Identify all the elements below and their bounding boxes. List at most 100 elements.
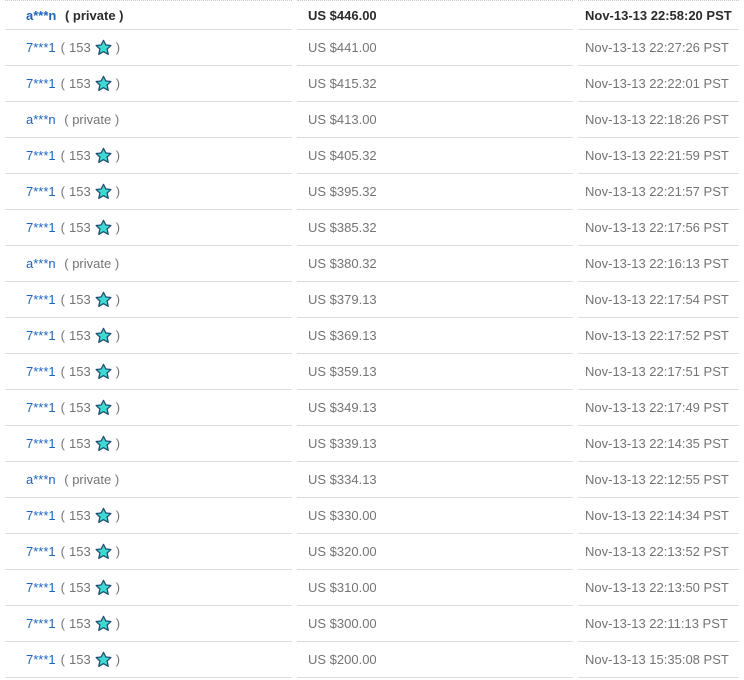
bidder-link[interactable]: 7***1	[26, 364, 56, 379]
bid-time-cell: Nov-13-13 22:16:13 PST	[578, 246, 739, 282]
feedback-paren-close: )	[115, 508, 121, 523]
bidder-link[interactable]: 7***1	[26, 184, 56, 199]
bid-row: 7***1 (153) US $339.13 Nov-13-13 22:14:35…	[5, 426, 739, 462]
feedback-paren-open: (	[60, 400, 65, 415]
feedback-star-icon	[95, 291, 112, 307]
bidder-cell: 7***1 (153)	[5, 606, 292, 642]
bidder-feedback: (153)	[61, 363, 120, 380]
bidder-link[interactable]: a***n	[26, 256, 56, 271]
bidder-feedback: (153)	[61, 399, 120, 416]
feedback-paren-close: )	[115, 580, 121, 595]
bidder-link[interactable]: 7***1	[26, 544, 56, 559]
feedback-count: 153	[68, 580, 91, 595]
bidder-link[interactable]: 7***1	[26, 220, 56, 235]
feedback-star-icon	[95, 39, 112, 55]
bidder-link[interactable]: 7***1	[26, 148, 56, 163]
bidder-link[interactable]: a***n	[26, 472, 56, 487]
feedback-paren-close: )	[115, 364, 121, 379]
bidder-cell: 7***1 (153)	[5, 318, 292, 354]
bid-row: 7***1 (153) US $395.32 Nov-13-13 22:21:57…	[5, 174, 739, 210]
bid-amount-cell: US $385.32	[297, 210, 573, 246]
bidder-cell: a***n ( private )	[5, 102, 292, 138]
bid-time-cell: Nov-13-13 22:17:49 PST	[578, 390, 739, 426]
bidder-link[interactable]: a***n	[26, 8, 56, 23]
bid-time-cell: Nov-13-13 22:21:57 PST	[578, 174, 739, 210]
feedback-paren-open: (	[60, 292, 65, 307]
feedback-star-icon	[95, 579, 112, 595]
bidder-link[interactable]: 7***1	[26, 652, 56, 667]
feedback-star-icon	[95, 147, 112, 163]
bid-amount-cell: US $339.13	[297, 426, 573, 462]
bidder-cell: 7***1 (153)	[5, 642, 292, 678]
feedback-count: 153	[68, 292, 91, 307]
feedback-paren-open: (	[60, 364, 65, 379]
feedback-paren-open: (	[60, 436, 65, 451]
feedback-paren-open: (	[60, 508, 65, 523]
bidder-private-label: ( private )	[64, 472, 120, 487]
feedback-paren-close: )	[115, 148, 121, 163]
bid-time-cell: Nov-13-13 15:35:08 PST	[578, 642, 739, 678]
feedback-paren-open: (	[60, 76, 65, 91]
bidder-link[interactable]: 7***1	[26, 40, 56, 55]
bidder-link[interactable]: 7***1	[26, 400, 56, 415]
feedback-count: 153	[68, 508, 91, 523]
feedback-star-icon	[95, 219, 112, 235]
bidder-link[interactable]: a***n	[26, 112, 56, 127]
feedback-count: 153	[68, 364, 91, 379]
feedback-paren-open: (	[60, 652, 65, 667]
bid-row: 7***1 (153) US $310.00 Nov-13-13 22:13:50…	[5, 570, 739, 606]
feedback-paren-open: (	[60, 616, 65, 631]
bid-time-cell: Nov-13-13 22:13:52 PST	[578, 534, 739, 570]
bid-amount-cell: US $349.13	[297, 390, 573, 426]
feedback-count: 153	[68, 220, 91, 235]
feedback-star-icon	[95, 651, 112, 667]
bid-time-cell: Nov-13-13 22:17:56 PST	[578, 210, 739, 246]
bid-history-table: a***n ( private ) US $446.00 Nov-13-13 2…	[0, 0, 744, 678]
bid-time-cell: Nov-13-13 22:14:34 PST	[578, 498, 739, 534]
bidder-feedback: (153)	[61, 291, 120, 308]
feedback-paren-close: )	[115, 436, 121, 451]
feedback-count: 153	[68, 544, 91, 559]
bidder-cell: 7***1 (153)	[5, 138, 292, 174]
bidder-link[interactable]: 7***1	[26, 328, 56, 343]
bidder-feedback: (153)	[61, 507, 120, 524]
bidder-feedback: (153)	[61, 75, 120, 92]
feedback-paren-close: )	[115, 76, 121, 91]
bid-amount-cell: US $369.13	[297, 318, 573, 354]
bidder-cell: 7***1 (153)	[5, 534, 292, 570]
feedback-paren-open: (	[60, 148, 65, 163]
bid-row: 7***1 (153) US $379.13 Nov-13-13 22:17:54…	[5, 282, 739, 318]
bidder-feedback: (153)	[61, 183, 120, 200]
bid-time-cell: Nov-13-13 22:18:26 PST	[578, 102, 739, 138]
bid-amount-cell: US $330.00	[297, 498, 573, 534]
bidder-link[interactable]: 7***1	[26, 580, 56, 595]
feedback-star-icon	[95, 327, 112, 343]
feedback-star-icon	[95, 507, 112, 523]
bidder-cell: a***n ( private )	[5, 462, 292, 498]
bid-row: 7***1 (153) US $349.13 Nov-13-13 22:17:49…	[5, 390, 739, 426]
bidder-link[interactable]: 7***1	[26, 292, 56, 307]
bidder-link[interactable]: 7***1	[26, 508, 56, 523]
bid-amount-cell: US $379.13	[297, 282, 573, 318]
bid-amount-cell: US $359.13	[297, 354, 573, 390]
bidder-feedback: (153)	[61, 435, 120, 452]
feedback-paren-close: )	[115, 544, 121, 559]
bidder-cell: 7***1 (153)	[5, 354, 292, 390]
bidder-cell: 7***1 (153)	[5, 570, 292, 606]
bid-amount-cell: US $200.00	[297, 642, 573, 678]
feedback-paren-open: (	[60, 220, 65, 235]
bidder-link[interactable]: 7***1	[26, 76, 56, 91]
bidder-link[interactable]: 7***1	[26, 436, 56, 451]
feedback-count: 153	[68, 616, 91, 631]
feedback-count: 153	[68, 184, 91, 199]
bid-row: 7***1 (153) US $200.00 Nov-13-13 15:35:08…	[5, 642, 739, 678]
bidder-cell: 7***1 (153)	[5, 390, 292, 426]
feedback-paren-close: )	[115, 40, 121, 55]
feedback-star-icon	[95, 363, 112, 379]
bidder-link[interactable]: 7***1	[26, 616, 56, 631]
feedback-paren-open: (	[60, 544, 65, 559]
feedback-paren-close: )	[115, 328, 121, 343]
bidder-private-label: ( private )	[64, 112, 120, 127]
bid-amount-cell: US $334.13	[297, 462, 573, 498]
bidder-cell: 7***1 (153)	[5, 30, 292, 66]
